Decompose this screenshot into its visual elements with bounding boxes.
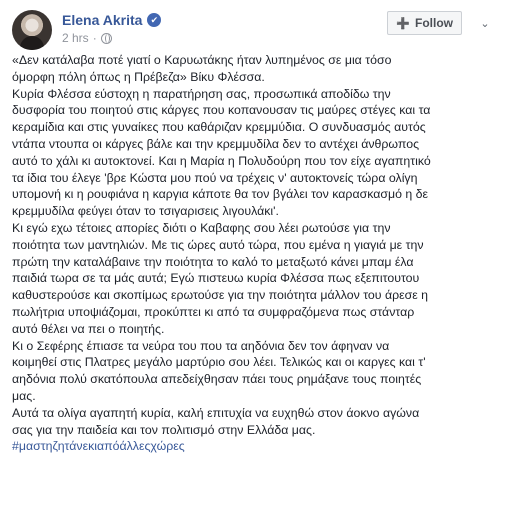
meta-separator: · bbox=[92, 31, 97, 45]
post-line: Κι εγώ εχω τέτοιες απορίες διότι ο Καβαφ… bbox=[12, 220, 391, 235]
hashtag-link[interactable]: #μαστηζητάνεκιαπόάλλεςχώρες bbox=[12, 438, 498, 455]
post-line: παιδιά τωρα σε τα μάς αυτά; Εγώ πιστευω … bbox=[12, 271, 420, 286]
post-line: κρεμμυδίλα φεύγει όταν το τσιγαρισεις λι… bbox=[12, 204, 279, 219]
facebook-post: Elena Akrita ✔ 2 hrs · ➕ Follow ⌄ «Δεν κ… bbox=[0, 0, 506, 511]
post-line: όμορφη πόλη όπως η Πρέβεζα» Βίκυ Φλέσσα. bbox=[12, 69, 265, 84]
author-name-row: Elena Akrita ✔ bbox=[62, 12, 162, 28]
post-line: «Δεν κατάλαβα ποτέ γιατί ο Καρυωτάκης ήτ… bbox=[12, 53, 392, 67]
author-avatar[interactable] bbox=[12, 10, 52, 50]
post-line: καθυστερούσε και σκοπίμως ερωτούσε για τ… bbox=[12, 288, 429, 303]
post-header: Elena Akrita ✔ 2 hrs · ➕ Follow ⌄ bbox=[12, 10, 494, 50]
post-line: κοιμηθεί στις Πλατρες μεγάλο μαρτύριο σο… bbox=[12, 355, 426, 370]
post-line: ποιότητα των μαντηλιών. Με τις ώρες αυτό… bbox=[12, 237, 424, 252]
post-line: Κυρία Φλέσσα εύστοχη η παρατήρηση σας, π… bbox=[12, 86, 391, 101]
post-line: πωλήτρια υποψιάζομαι, προκύπτει κι από τ… bbox=[12, 304, 415, 319]
post-meta: 2 hrs · bbox=[62, 31, 112, 45]
verified-badge-icon: ✔ bbox=[147, 13, 162, 27]
post-line: αυτό το χάλι κι αυτοκτονεί. Και η Μαρία … bbox=[12, 153, 431, 168]
follow-add-icon: ➕ bbox=[396, 17, 410, 30]
post-line: Αυτά τα ολίγα αγαπητή κυρία, καλή επιτυχ… bbox=[12, 405, 420, 420]
follow-button[interactable]: ➕ Follow bbox=[387, 11, 462, 35]
post-line: μας. bbox=[12, 388, 36, 403]
follow-button-label: Follow bbox=[415, 16, 453, 30]
post-timestamp[interactable]: 2 hrs bbox=[62, 31, 89, 45]
post-line: σας για την παιδεία και τον πολιτισμό στ… bbox=[12, 422, 316, 437]
author-name[interactable]: Elena Akrita bbox=[62, 12, 142, 28]
chevron-down-icon[interactable]: ⌄ bbox=[476, 14, 494, 32]
post-line: Κι ο Σεφέρης έπιασε τα νεύρα του που τα … bbox=[12, 338, 390, 353]
public-globe-icon[interactable] bbox=[100, 32, 112, 44]
post-line: αηδόνια πολύ σκατόπουλα απεδείχθησαν πάε… bbox=[12, 372, 422, 387]
post-line: αυτό θέλει να πει ο ποιητής. bbox=[12, 321, 165, 336]
post-line: κεραμίδια και στις γυναίκες που καθάριζα… bbox=[12, 120, 426, 135]
post-line: δυσφορία του ποιητού στις κάργες που κοπ… bbox=[12, 103, 431, 118]
post-line: τα ίδια του έλεγε 'βρε Κώστα μου πού να … bbox=[12, 170, 418, 185]
post-body: «Δεν κατάλαβα ποτέ γιατί ο Καρυωτάκης ήτ… bbox=[12, 52, 498, 455]
post-line: υπομονή κι η ρουφιάνα η καργια κάποτε θα… bbox=[12, 187, 429, 202]
post-line: πρώτη την καταλάβαινε την ποιότητα το κα… bbox=[12, 254, 414, 269]
post-line: ντάπα ντουπα οι κάργες βάλε και την κρεμ… bbox=[12, 136, 420, 151]
